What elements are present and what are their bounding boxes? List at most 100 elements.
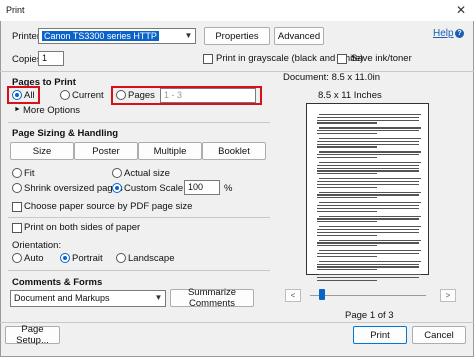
print-button[interactable]: Print [353,326,407,344]
preview-line [317,279,377,282]
scale-value: 100 [188,182,204,192]
window-title: Print [6,5,25,15]
preview-line [317,255,377,258]
preview-line [317,205,419,207]
pages-radio[interactable] [116,90,126,100]
preview-line [317,140,419,143]
all-radio[interactable] [12,90,22,100]
close-icon[interactable]: ✕ [456,3,466,17]
size-button[interactable]: Size [10,142,74,160]
preview-line [317,234,377,236]
preview-line [317,119,419,121]
printer-select[interactable]: Canon TS3300 series HTTP ▼ [38,28,196,44]
fit-label: Fit [24,168,35,179]
more-options-link[interactable]: More Options [23,105,80,116]
document-size-label: Document: 8.5 x 11.0in [283,72,380,83]
preview-line [319,138,421,140]
preview-line [317,242,419,244]
comments-forms-select[interactable]: Document and Markups ▼ [10,290,166,307]
current-radio[interactable] [60,90,70,100]
preview-line [317,181,419,183]
preview-line [319,226,421,228]
orientation-heading: Orientation: [12,240,62,251]
page-setup-button[interactable]: Page Setup... [5,324,60,346]
preview-line [317,207,419,210]
page-slider-thumb[interactable] [319,289,325,300]
preview-line [317,164,419,167]
preview-line [319,127,421,129]
copies-field[interactable]: 1 [38,51,64,66]
both-sides-label: Print on both sides of paper [24,222,141,233]
percent-label: % [224,183,233,194]
custom-scale-radio[interactable] [112,183,122,193]
scale-field[interactable]: 100 [184,180,220,195]
preview-line [317,143,419,145]
portrait-label: Portrait [72,253,103,264]
custom-scale-label: Custom Scale: [124,183,186,194]
preview-line [317,130,419,132]
shrink-label: Shrink oversized pages [24,183,123,194]
preview-line [319,162,421,164]
divider [8,270,270,271]
preview-line [319,151,421,153]
preview-line [317,133,377,135]
auto-label: Auto [24,253,44,264]
actual-size-label: Actual size [124,168,170,179]
preview-line [317,277,419,279]
preview-line [317,146,377,148]
preview-line [319,191,421,193]
actual-size-radio[interactable] [112,168,122,178]
comments-forms-heading: Comments & Forms [12,277,103,288]
preview-line [317,210,377,212]
preview-line [319,260,421,263]
preview-line [317,269,377,271]
preview-line [317,263,419,265]
next-page-button[interactable]: > [440,289,456,302]
advanced-button[interactable]: Advanced [274,27,324,45]
pages-range-field[interactable]: 1 - 3 [160,88,256,103]
multiple-button[interactable]: Multiple [138,142,202,160]
paper-source-label: Choose paper source by PDF page size [24,201,193,212]
preview-line [317,221,377,223]
grayscale-checkbox[interactable] [203,54,213,64]
paper-source-checkbox[interactable] [12,202,22,212]
fit-radio[interactable] [12,168,22,178]
properties-button[interactable]: Properties [204,27,270,45]
all-label: All [24,90,35,101]
save-ink-checkbox[interactable] [337,54,347,64]
page-slider-track[interactable] [310,295,426,296]
preview-line [317,245,377,247]
preview-line [317,231,419,234]
booklet-button[interactable]: Booklet [202,142,266,160]
preview-line [319,215,421,217]
preview-line [317,116,419,119]
cancel-button[interactable]: Cancel [412,326,466,344]
preview-line [317,173,377,175]
portrait-radio[interactable] [60,253,70,263]
summarize-comments-button[interactable]: Summarize Comments [170,287,254,309]
preview-line [317,194,419,196]
title-bar: Print ✕ [0,0,474,21]
divider [0,322,474,323]
preview-line [319,239,421,241]
pages-range-value: 1 - 3 [164,90,183,100]
preview-line [317,266,419,268]
preview-line [319,202,421,204]
expand-triangle-icon[interactable]: ► [14,106,21,113]
poster-button[interactable]: Poster [74,142,138,160]
preview-line [317,186,377,188]
landscape-radio[interactable] [116,253,126,263]
preview-line [317,157,377,159]
landscape-label: Landscape [128,253,175,264]
auto-radio[interactable] [12,253,22,263]
chevron-down-icon: ▼ [184,31,193,40]
preview-line [317,218,419,220]
help-icon[interactable]: ? [455,29,464,38]
current-label: Current [72,90,104,101]
prev-page-button[interactable]: < [285,289,301,302]
printer-select-value: Canon TS3300 series HTTP [42,31,159,41]
shrink-radio[interactable] [12,183,22,193]
help-link[interactable]: Help [433,28,454,39]
divider [8,122,270,123]
both-sides-checkbox[interactable] [12,223,22,233]
